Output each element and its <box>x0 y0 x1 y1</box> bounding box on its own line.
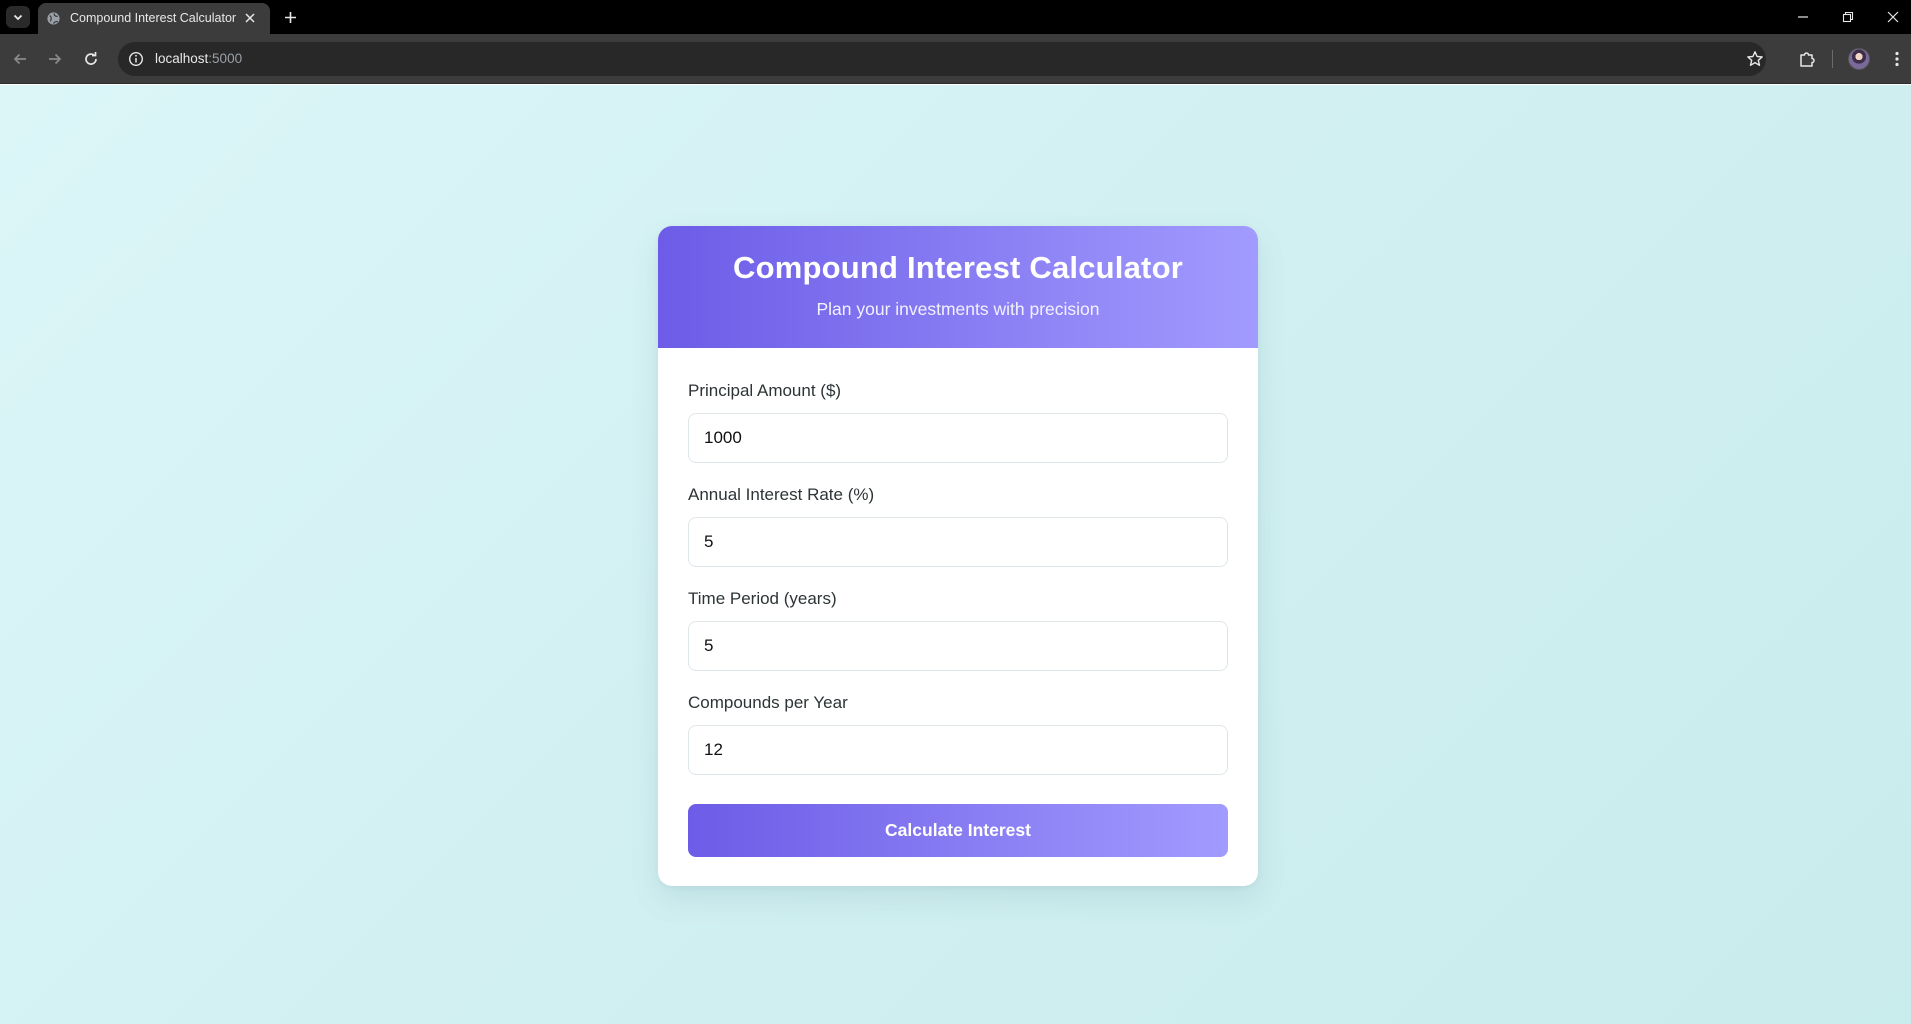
star-icon[interactable] <box>1746 50 1764 68</box>
toolbar-divider <box>1832 50 1833 68</box>
calculate-button[interactable]: Calculate Interest <box>688 804 1228 857</box>
address-bar[interactable]: localhost:5000 <box>118 42 1766 76</box>
globe-icon <box>47 12 60 25</box>
restore-icon <box>1842 11 1854 23</box>
calculator-card: Compound Interest Calculator Plan your i… <box>658 226 1258 886</box>
plus-icon <box>284 11 296 23</box>
browser-tab[interactable]: Compound Interest Calculator <box>38 3 270 34</box>
compounds-input[interactable] <box>688 725 1228 775</box>
back-arrow-icon <box>13 53 26 65</box>
new-tab-button[interactable] <box>280 7 300 27</box>
browser-tab-strip: Compound Interest Calculator <box>0 0 1911 34</box>
url-host: localhost <box>155 51 209 66</box>
tab-title: Compound Interest Calculator <box>70 11 237 25</box>
page-subtitle: Plan your investments with precision <box>816 299 1100 319</box>
card-header: Compound Interest Calculator Plan your i… <box>658 226 1258 348</box>
time-period-input[interactable] <box>688 621 1228 671</box>
browser-toolbar: localhost:5000 <box>0 34 1911 84</box>
close-icon <box>1887 11 1899 23</box>
close-icon <box>245 13 255 23</box>
forward-arrow-icon <box>49 53 62 65</box>
minimize-icon <box>1798 16 1808 18</box>
url-port: :5000 <box>208 51 243 66</box>
browser-menu-button[interactable] <box>1886 48 1908 70</box>
reload-button[interactable] <box>80 48 102 70</box>
info-icon[interactable] <box>128 51 144 67</box>
principal-input[interactable] <box>688 413 1228 463</box>
back-button[interactable] <box>9 48 31 70</box>
close-window-button[interactable] <box>1883 7 1903 27</box>
forward-button[interactable] <box>44 48 66 70</box>
time-period-label: Time Period (years) <box>688 589 837 608</box>
interest-rate-label: Annual Interest Rate (%) <box>688 485 875 504</box>
compounds-label: Compounds per Year <box>688 693 848 712</box>
page-title: Compound Interest Calculator <box>733 250 1183 285</box>
interest-rate-input[interactable] <box>688 517 1228 567</box>
kebab-menu-icon <box>1895 51 1899 67</box>
extensions-button[interactable] <box>1796 48 1818 70</box>
puzzle-icon <box>1800 52 1815 67</box>
avatar[interactable] <box>1848 48 1870 70</box>
chevron-down-icon <box>13 14 23 21</box>
tab-list-button[interactable] <box>6 6 30 28</box>
principal-label: Principal Amount ($) <box>688 381 842 400</box>
restore-button[interactable] <box>1838 7 1858 27</box>
reload-icon <box>85 52 97 65</box>
url-text: localhost:5000 <box>155 51 242 66</box>
minimize-button[interactable] <box>1793 7 1813 27</box>
tab-close-button[interactable] <box>242 10 258 26</box>
page-background: Compound Interest Calculator Plan your i… <box>0 85 1911 1024</box>
